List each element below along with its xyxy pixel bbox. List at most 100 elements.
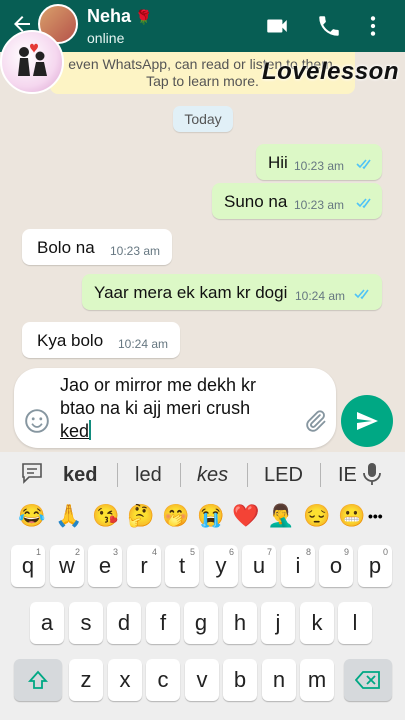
date-chip: Today	[173, 106, 233, 132]
message-text: Bolo na	[37, 238, 95, 257]
key-hint: 2	[74, 547, 80, 557]
key-q[interactable]: q1	[11, 545, 45, 587]
key-hint: 0	[382, 547, 388, 557]
message-input-box[interactable]: Jao or mirror me dekh kr btao na ki ajj …	[14, 368, 336, 448]
key-f[interactable]: f	[146, 602, 180, 644]
text-cursor	[89, 420, 92, 440]
key-y[interactable]: y6	[204, 545, 238, 587]
emoji-suggestion[interactable]: 🤦‍♂️	[267, 502, 294, 530]
read-ticks-icon	[354, 289, 369, 300]
emoji-suggestion[interactable]: ❤️	[232, 502, 259, 530]
phone-icon[interactable]	[316, 13, 342, 39]
key-hint: 4	[151, 547, 157, 557]
shift-icon	[27, 670, 49, 689]
key-a[interactable]: a	[30, 602, 64, 644]
key-r[interactable]: r4	[127, 545, 161, 587]
contact-name[interactable]: Neha 🌹	[87, 6, 152, 27]
message-bubble-out[interactable]: Hii 10:23 am	[256, 144, 382, 180]
key-z[interactable]: z	[69, 659, 103, 701]
backspace-icon	[355, 671, 380, 689]
message-text: Hii	[268, 153, 288, 172]
key-l[interactable]: l	[338, 602, 372, 644]
emoji-suggestion-row: 😂 🙏 😘 🤔 🤭 😭 ❤️ 🤦‍♂️ 😔 😬 •••	[0, 500, 405, 536]
message-time: 10:23 am	[294, 159, 345, 173]
suggestion-item[interactable]: ked	[63, 464, 97, 487]
emoji-suggestion[interactable]: 🤔	[127, 502, 154, 530]
key-hint: 3	[112, 547, 118, 557]
key-c[interactable]: c	[146, 659, 180, 701]
key-o[interactable]: o9	[319, 545, 353, 587]
key-i[interactable]: i8	[281, 545, 315, 587]
suggestion-divider	[320, 463, 321, 487]
emoji-icon[interactable]	[24, 408, 50, 434]
mic-icon[interactable]	[362, 462, 382, 486]
message-bubble-out[interactable]: Suno na 10:23 am	[212, 183, 382, 219]
message-time: 10:24 am	[295, 289, 346, 303]
more-emoji-button[interactable]: •••	[368, 502, 383, 530]
key-t[interactable]: t5	[165, 545, 199, 587]
keyboard: ked led kes LED IE 😂 🙏 😘 🤔 🤭 😭 ❤️ 🤦‍♂️ 😔 😬 ••• q1w…	[0, 452, 405, 720]
key-hint: 8	[305, 547, 311, 557]
send-button[interactable]	[341, 395, 393, 447]
key-b[interactable]: b	[223, 659, 257, 701]
clipboard-icon[interactable]	[20, 462, 44, 484]
more-vert-icon[interactable]	[360, 13, 386, 39]
watermark-text: Lovelesson	[261, 58, 399, 85]
suggestion-item[interactable]: LED	[264, 464, 303, 487]
key-hint: 5	[189, 547, 195, 557]
read-ticks-icon	[356, 198, 371, 209]
suggestion-bar: ked led kes LED IE	[0, 452, 405, 496]
key-h[interactable]: h	[223, 602, 257, 644]
key-u[interactable]: u7	[242, 545, 276, 587]
key-w[interactable]: w2	[50, 545, 84, 587]
message-time: 10:23 am	[110, 244, 161, 258]
emoji-suggestion[interactable]: 😭	[197, 502, 224, 530]
contact-status: online	[87, 30, 125, 46]
emoji-suggestion[interactable]: 🙏	[55, 502, 82, 530]
draft-line: ked	[60, 421, 90, 441]
read-ticks-icon	[356, 159, 371, 170]
key-j[interactable]: j	[261, 602, 295, 644]
suggestion-divider	[117, 463, 118, 487]
suggestion-item[interactable]: kes	[197, 464, 228, 487]
key-s[interactable]: s	[69, 602, 103, 644]
key-m[interactable]: m	[300, 659, 334, 701]
key-e[interactable]: e3	[88, 545, 122, 587]
emoji-suggestion[interactable]: 😬	[338, 502, 365, 530]
message-time: 10:23 am	[294, 198, 345, 212]
attach-icon[interactable]	[302, 408, 328, 434]
send-icon	[357, 412, 378, 430]
key-k[interactable]: k	[300, 602, 334, 644]
message-bubble-in[interactable]: Bolo na 10:23 am	[22, 229, 172, 265]
emoji-suggestion[interactable]: 🤭	[162, 502, 189, 530]
suggestion-item[interactable]: led	[135, 464, 162, 487]
message-time: 10:24 am	[118, 337, 169, 351]
key-x[interactable]: x	[108, 659, 142, 701]
message-text: Suno na	[224, 192, 288, 211]
emoji-suggestion[interactable]: 😘	[92, 502, 119, 530]
suggestion-divider	[247, 463, 248, 487]
key-v[interactable]: v	[185, 659, 219, 701]
key-hint: 1	[35, 547, 41, 557]
key-hint: 6	[228, 547, 234, 557]
suggestion-divider	[180, 463, 181, 487]
backspace-key[interactable]	[344, 659, 392, 701]
key-hint: 7	[266, 547, 272, 557]
key-p[interactable]: p0	[358, 545, 392, 587]
key-g[interactable]: g	[184, 602, 218, 644]
message-input[interactable]: Jao or mirror me dekh kr btao na ki ajj …	[60, 374, 300, 443]
message-text: Yaar mera ek kam kr dogi	[94, 283, 288, 302]
emoji-suggestion[interactable]: 😂	[18, 502, 45, 530]
key-d[interactable]: d	[107, 602, 141, 644]
shift-key[interactable]	[14, 659, 62, 701]
emoji-suggestion[interactable]: 😔	[303, 502, 330, 530]
rose-emoji: 🌹	[135, 9, 153, 25]
video-call-icon[interactable]	[264, 13, 290, 39]
key-n[interactable]: n	[262, 659, 296, 701]
suggestion-item[interactable]: IE	[338, 464, 357, 487]
channel-logo	[0, 30, 64, 94]
draft-line: btao na ki ajj meri crush	[60, 398, 251, 418]
message-bubble-out[interactable]: Yaar mera ek kam kr dogi 10:24 am	[82, 274, 382, 310]
key-hint: 9	[343, 547, 349, 557]
message-bubble-in[interactable]: Kya bolo 10:24 am	[22, 322, 180, 358]
